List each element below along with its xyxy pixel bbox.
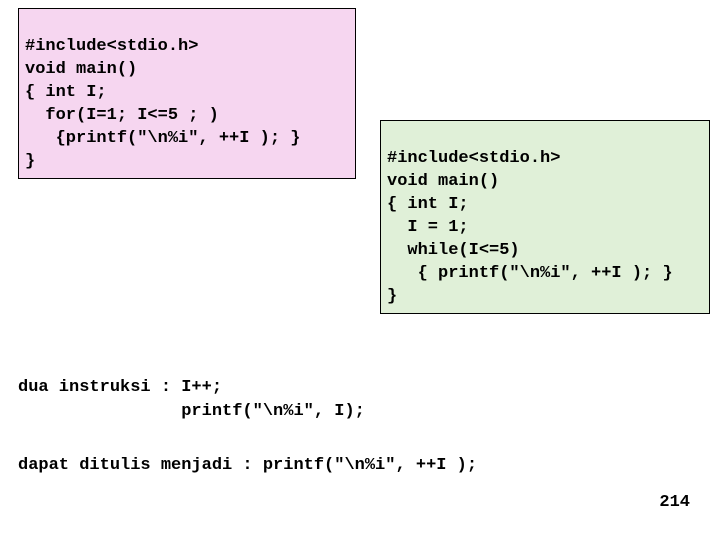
code-line: { int I;: [25, 83, 107, 102]
code-line: }: [25, 152, 35, 171]
code-box-while-loop: #include<stdio.h> void main() { int I; I…: [380, 120, 710, 314]
explanation-block-2: dapat ditulis menjadi : printf("\n%i", +…: [18, 430, 477, 478]
code-line: void main(): [25, 60, 137, 79]
code-line: I = 1;: [387, 218, 469, 237]
code-line: {printf("\n%i", ++I ); }: [25, 129, 300, 148]
explain-line: dua instruksi : I++;: [18, 378, 222, 397]
code-line: void main(): [387, 172, 499, 191]
code-line: { int I;: [387, 195, 469, 214]
code-line: for(I=1; I<=5 ; ): [25, 106, 219, 125]
explain-line: dapat ditulis menjadi : printf("\n%i", +…: [18, 456, 477, 475]
explanation-block-1: dua instruksi : I++; printf("\n%i", I);: [18, 352, 365, 423]
code-line: }: [387, 287, 397, 306]
code-line: #include<stdio.h>: [387, 149, 560, 168]
code-line: while(I<=5): [387, 241, 520, 260]
code-line: #include<stdio.h>: [25, 37, 198, 56]
explain-line: printf("\n%i", I);: [18, 402, 365, 421]
code-box-for-loop: #include<stdio.h> void main() { int I; f…: [18, 8, 356, 179]
page-number: 214: [659, 493, 690, 512]
code-line: { printf("\n%i", ++I ); }: [387, 264, 673, 283]
